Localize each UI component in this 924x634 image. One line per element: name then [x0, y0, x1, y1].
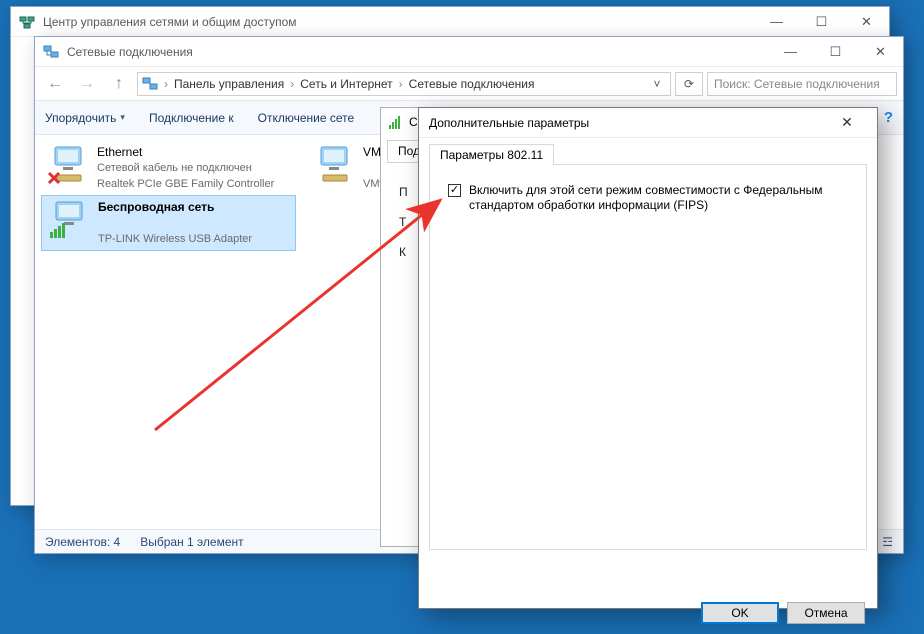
adapter-device: Realtek PCIe GBE Family Controller	[97, 177, 274, 191]
chevron-right-icon: ›	[288, 77, 296, 91]
status-item-count: Элементов: 4	[45, 535, 120, 549]
maximize-button[interactable]: ☐	[799, 7, 844, 36]
titlebar-main: Сетевые подключения — ☐ ✕	[35, 37, 903, 67]
help-icon[interactable]: ?	[884, 109, 893, 126]
toolbar-disable[interactable]: Отключение сете	[258, 111, 355, 125]
cpl-icon	[142, 76, 158, 92]
window-title-bg: Центр управления сетями и общим доступом	[43, 15, 754, 29]
view-details-icon[interactable]: ☲	[882, 535, 893, 549]
wifi-adapter-icon	[48, 200, 90, 240]
refresh-button[interactable]: ⟳	[675, 72, 703, 96]
close-button[interactable]: ✕	[858, 37, 903, 66]
close-button[interactable]: ✕	[844, 7, 889, 36]
network-icon	[19, 14, 35, 30]
window-title-main: Сетевые подключения	[67, 45, 768, 59]
tab-80211[interactable]: Параметры 802.11	[429, 144, 554, 166]
search-placeholder: Поиск: Сетевые подключения	[714, 77, 880, 91]
fips-checkbox-row[interactable]: ✓ Включить для этой сети режим совместим…	[448, 183, 854, 213]
breadcrumb[interactable]: › Панель управления › Сеть и Интернет › …	[137, 72, 671, 96]
maximize-button[interactable]: ☐	[813, 37, 858, 66]
history-dropdown[interactable]: ˅	[648, 77, 666, 91]
minimize-button[interactable]: —	[754, 7, 799, 36]
network-connections-icon	[43, 44, 59, 60]
crumb-leaf[interactable]: Сетевые подключения	[405, 77, 539, 91]
toolbar-connect[interactable]: Подключение к	[149, 111, 234, 125]
chevron-right-icon: ›	[162, 77, 170, 91]
dialog-titlebar: Дополнительные параметры ✕	[419, 108, 877, 138]
adapter-name: Беспроводная сеть	[98, 200, 252, 214]
chevron-right-icon: ›	[397, 77, 405, 91]
adapter-status: Сетевой кабель не подключен	[97, 161, 274, 175]
fips-checkbox[interactable]: ✓	[448, 184, 461, 197]
cancel-button[interactable]: Отмена	[787, 602, 865, 624]
crumb-root[interactable]: Панель управления	[170, 77, 288, 91]
forward-button[interactable]: →	[73, 71, 101, 97]
ethernet-icon	[47, 145, 89, 185]
toolbar-organize[interactable]: Упорядочить▾	[45, 111, 125, 125]
ok-button[interactable]: OK	[701, 602, 779, 624]
navbar: ← → ↑ › Панель управления › Сеть и Интер…	[35, 67, 903, 101]
ethernet-icon	[313, 145, 355, 185]
adapter-wifi[interactable]: Беспроводная сеть TP-LINK Wireless USB A…	[41, 195, 296, 251]
tab-content: Параметры 802.11 ✓ Включить для этой сет…	[429, 164, 867, 550]
fips-checkbox-label: Включить для этой сети режим совместимос…	[469, 183, 854, 213]
up-button[interactable]: ↑	[105, 71, 133, 97]
adapter-name: Ethernet	[97, 145, 274, 159]
advanced-parameters-dialog: Дополнительные параметры ✕ Параметры 802…	[418, 107, 878, 609]
adapter-ethernet[interactable]: Ethernet Сетевой кабель не подключен Rea…	[41, 141, 296, 195]
close-button[interactable]: ✕	[827, 109, 867, 137]
crumb-mid[interactable]: Сеть и Интернет	[296, 77, 396, 91]
back-button[interactable]: ←	[41, 71, 69, 97]
minimize-button[interactable]: —	[768, 37, 813, 66]
signal-icon	[389, 115, 403, 129]
status-selected: Выбран 1 элемент	[140, 535, 243, 549]
titlebar-bg: Центр управления сетями и общим доступом…	[11, 7, 889, 37]
chevron-down-icon: ▾	[120, 112, 125, 123]
adapter-device: TP-LINK Wireless USB Adapter	[98, 232, 252, 246]
dialog-title: Дополнительные параметры	[429, 116, 589, 130]
search-input[interactable]: Поиск: Сетевые подключения	[707, 72, 897, 96]
